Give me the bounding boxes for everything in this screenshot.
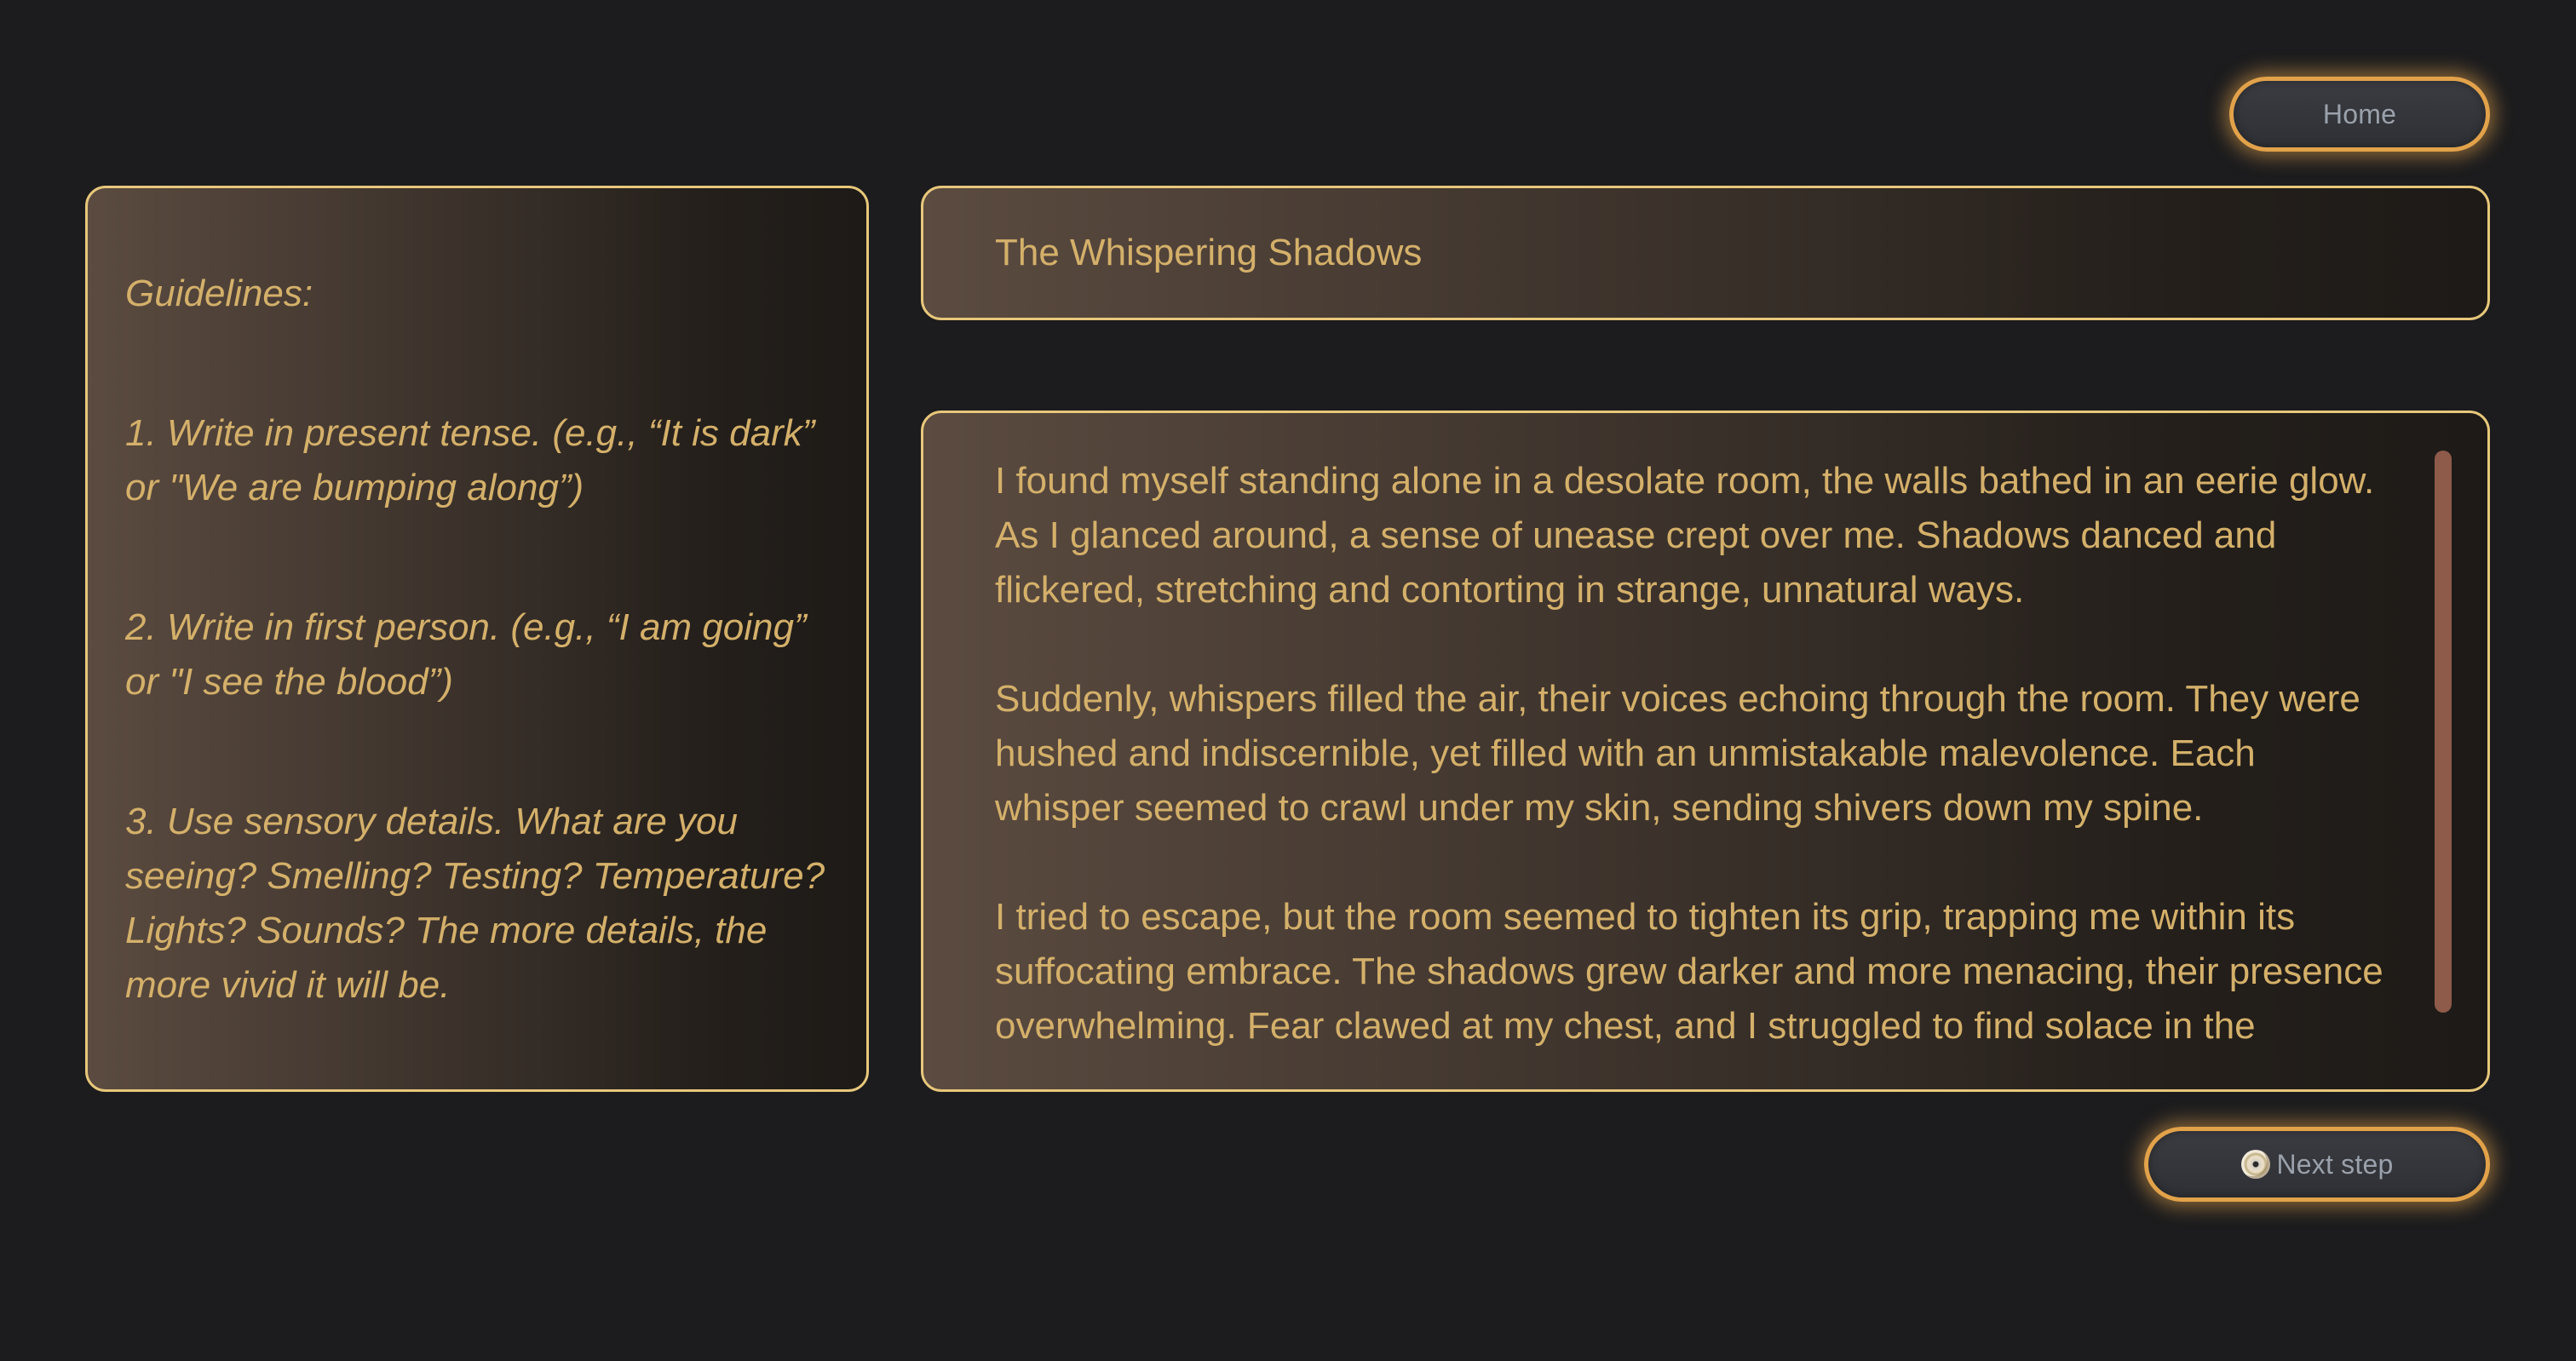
story-paragraph: I found myself standing alone in a desol… — [995, 460, 2375, 611]
guideline-item: 2. Write in first person. (e.g., “I am g… — [125, 606, 807, 703]
story-paragraph: I tried to escape, but the room seemed t… — [995, 896, 2383, 1047]
next-step-button[interactable]: Next step — [2144, 1127, 2490, 1202]
story-scrollbar[interactable] — [2435, 451, 2452, 1013]
guideline-item: 1. Write in present tense. (e.g., “It is… — [125, 412, 815, 508]
story-title: The Whispering Shadows — [995, 232, 1423, 273]
next-step-label: Next step — [2276, 1148, 2394, 1180]
story-paragraph: Suddenly, whispers filled the air, their… — [995, 678, 2360, 829]
story-text-panel[interactable]: I found myself standing alone in a desol… — [921, 411, 2490, 1092]
page: Home Guidelines: 1. Write in present ten… — [0, 0, 2576, 1361]
guideline-item: 3. Use sensory details. What are you see… — [125, 801, 825, 1006]
cd-icon — [2240, 1150, 2270, 1179]
story-title-panel: The Whispering Shadows — [921, 186, 2490, 320]
guidelines-panel: Guidelines: 1. Write in present tense. (… — [85, 186, 869, 1092]
home-button-label: Home — [2322, 98, 2397, 129]
home-button[interactable]: Home — [2229, 77, 2490, 152]
guidelines-heading: Guidelines: — [125, 273, 313, 314]
